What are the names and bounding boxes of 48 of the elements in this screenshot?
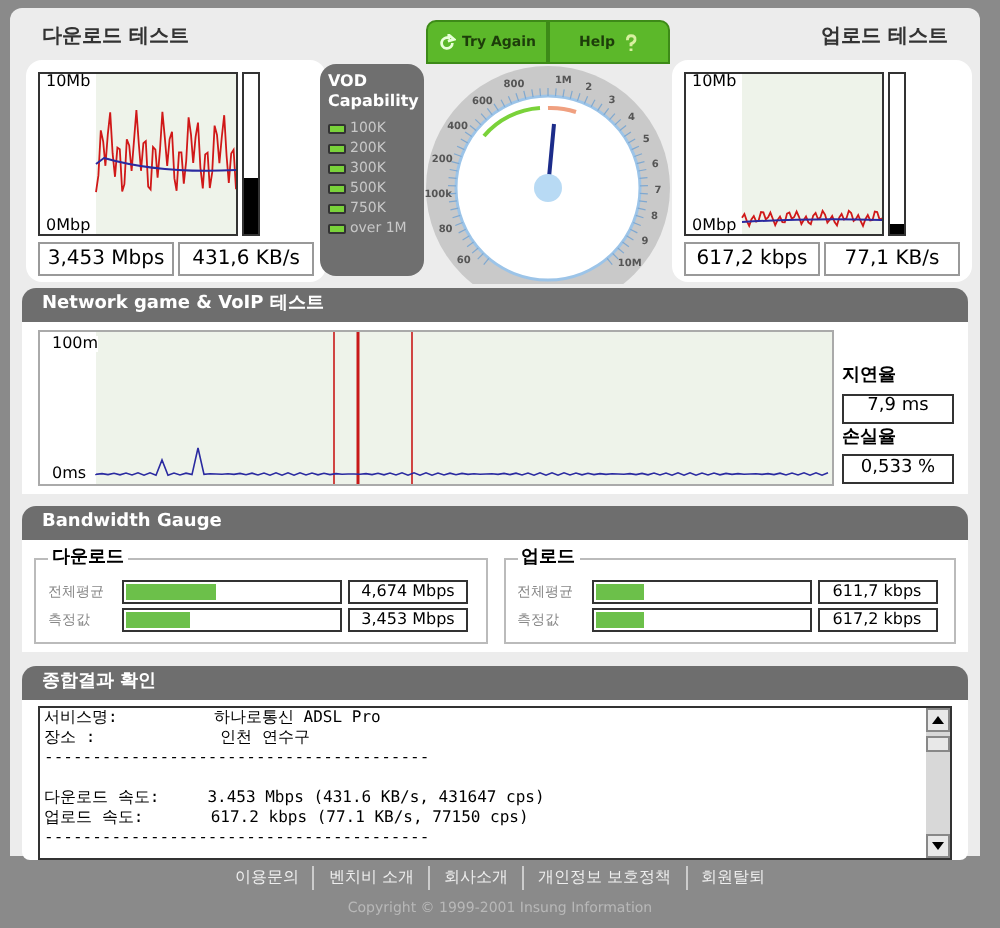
gauge-value: 3,453 Mbps [348, 608, 468, 632]
gauge-value: 611,7 kbps [817, 580, 937, 604]
needle-hub [534, 174, 562, 202]
section-header: 종합결과 확인 [22, 666, 968, 700]
dial-arc [482, 106, 541, 138]
reading-box: 617,2 kbps [684, 242, 820, 276]
scroll-up-button[interactable] [926, 708, 950, 732]
footer-link[interactable]: 개인정보 보호정책 [522, 865, 686, 890]
result-line: 서비스명: 하나로통신 ADSL Pro [44, 708, 383, 728]
footer-link[interactable]: 벤치비 소개 [312, 865, 428, 890]
test-title: 다운로드 테스트 [40, 24, 191, 52]
section-header: Network game & VoIP 테스트 [22, 288, 968, 322]
arrow-up-icon [932, 716, 944, 724]
metric-label: 지연율 [842, 364, 898, 390]
reading-box: 3,453 Mbps [38, 242, 174, 276]
group-title: 다운로드 [48, 546, 128, 570]
footer-link[interactable]: 회사소개 [428, 865, 522, 890]
axis-label: 0Mbp [46, 218, 91, 234]
axis-label: 0ms [52, 466, 87, 482]
axis-label: 10Mb [46, 74, 91, 90]
footer-link[interactable]: 회원탈퇴 [685, 865, 780, 890]
metric-value: 7,9 ms [842, 393, 954, 423]
reading-box: 77,1 KB/s [824, 242, 960, 276]
reading-box: 431,6 KB/s [178, 242, 314, 276]
axis-label: 100m [52, 336, 99, 352]
result-line: ---------------------------------------- [44, 828, 432, 848]
result-line: 장소 : 인천 연수구 [44, 728, 313, 748]
arrow-down-icon [932, 842, 944, 850]
footer-link[interactable]: 이용문의 [220, 865, 313, 890]
scrollbar[interactable] [926, 708, 950, 858]
metric-label: 손실율 [842, 425, 898, 451]
result-line: 다운로드 속도: 3.453 Mbps (431.6 KB/s, 431647 cps) [44, 788, 547, 808]
group-title: 업로드 [517, 546, 579, 570]
help-icon [621, 33, 640, 51]
vod-title: VOD Capability [328, 72, 416, 112]
scroll-thumb[interactable] [926, 735, 950, 751]
axis-label: 0Mbp [692, 218, 737, 234]
section-header: Bandwidth Gauge [22, 506, 968, 540]
result-line: ---------------------------------------- [44, 748, 432, 768]
metric-value: 0,533 % [842, 454, 954, 484]
gauge-value: 4,674 Mbps [348, 580, 468, 604]
gauge-value: 617,2 kbps [817, 608, 937, 632]
dial-arc [548, 106, 577, 114]
scroll-down-button[interactable] [926, 834, 950, 858]
test-title: 업로드 테스트 [819, 24, 950, 52]
axis-label: 10Mb [692, 74, 737, 90]
result-line: 업로드 속도: 617.2 kbps (77.1 KB/s, 77150 cps) [44, 808, 531, 828]
refresh-icon [438, 33, 456, 51]
